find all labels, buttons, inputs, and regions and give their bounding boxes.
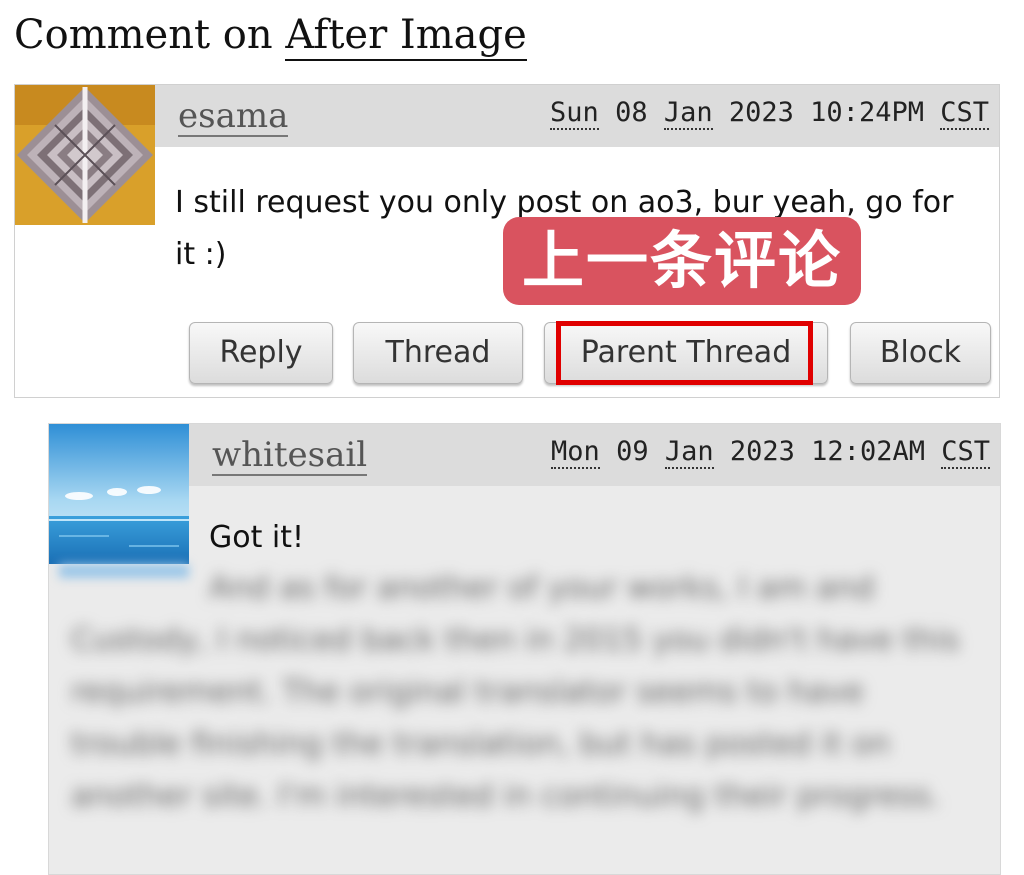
annotation-label: 上一条评论 (503, 217, 861, 305)
timezone-abbr: CST (940, 97, 989, 130)
thread-button[interactable]: Thread (353, 322, 523, 384)
comment-body-blurred: And as for another of your works, I am a… (71, 570, 960, 814)
page-title: Comment on After Image (14, 12, 527, 61)
comment-whitesail: whitesail Mon 09 Jan 2023 12:02AM CST Go… (48, 423, 1001, 875)
sea-avatar-icon[interactable] (49, 424, 189, 564)
username-link[interactable]: whitesail (212, 436, 368, 476)
comment-body-first-line: Got it! (209, 520, 305, 555)
date-time: 2023 10:24PM (712, 97, 941, 128)
month-abbr: Jan (664, 436, 714, 469)
month-abbr: Jan (663, 97, 713, 130)
day-abbr: Mon (551, 436, 600, 469)
heading-prefix: Comment on (14, 12, 273, 58)
comment-datetime: Mon 09 Jan 2023 12:02AM CST (551, 436, 990, 469)
comment-datetime: Sun 08 Jan 2023 10:24PM CST (550, 97, 989, 130)
reply-button[interactable]: Reply (189, 322, 333, 384)
timezone-abbr: CST (941, 436, 990, 469)
comment-esama: esama Sun 08 Jan 2023 10:24PM CST I stil… (14, 84, 1000, 398)
highlight-box (556, 321, 813, 385)
date-time: 2023 12:02AM (713, 436, 942, 467)
maze-avatar-icon[interactable] (15, 85, 155, 225)
work-title-link[interactable]: After Image (285, 12, 527, 61)
day-abbr: Sun (550, 97, 599, 130)
date-day: 09 (599, 436, 665, 467)
username-link[interactable]: esama (178, 97, 289, 137)
date-day: 08 (598, 97, 664, 128)
block-button[interactable]: Block (850, 322, 991, 384)
